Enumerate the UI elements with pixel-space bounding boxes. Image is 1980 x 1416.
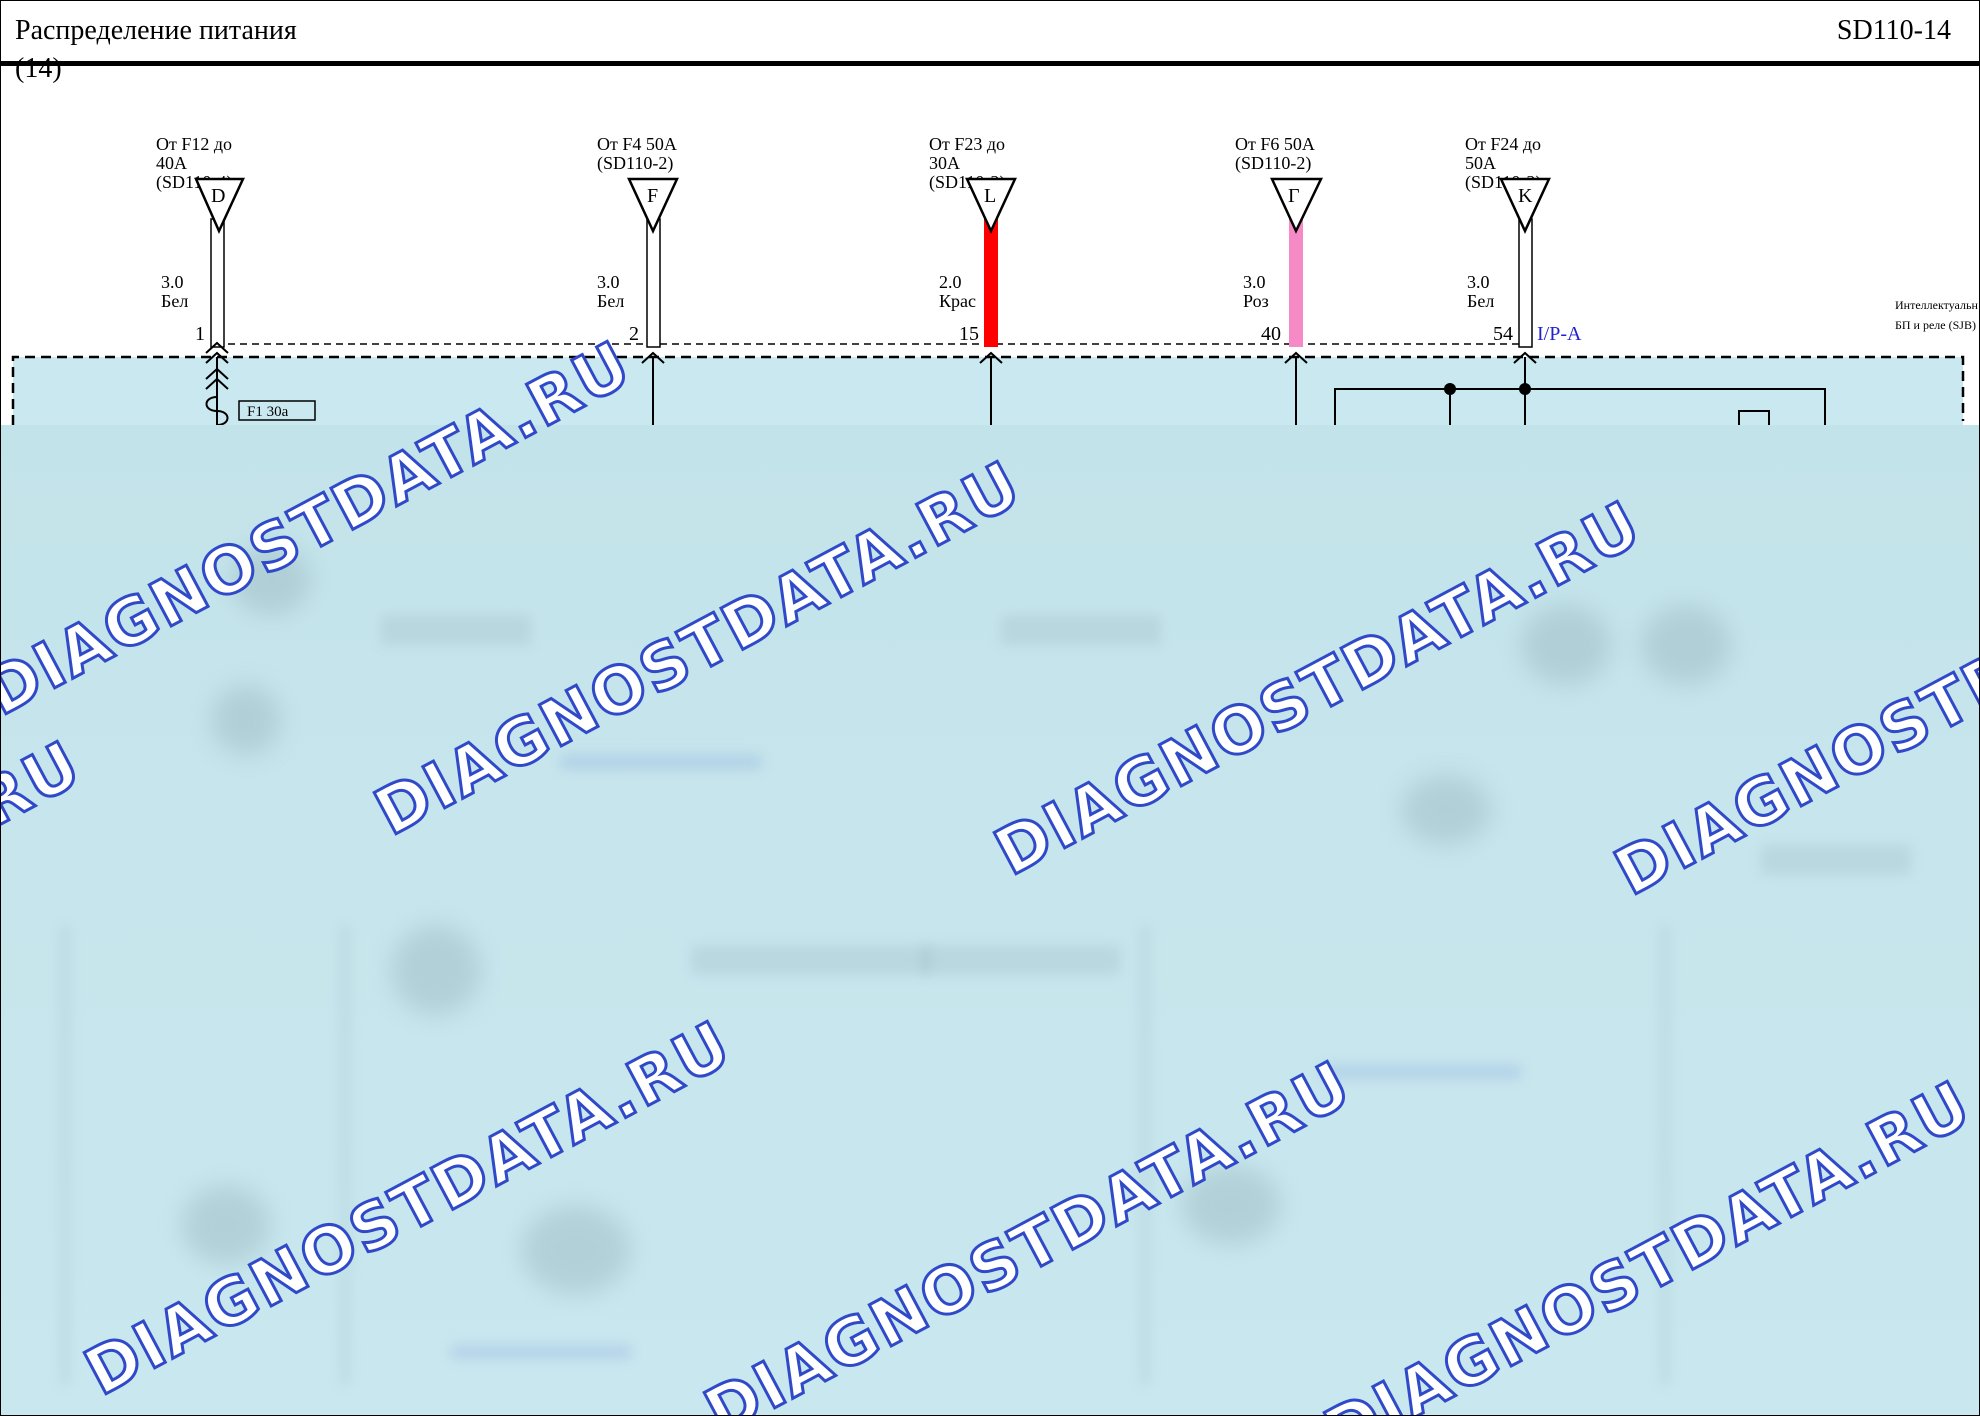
relay-outline (1738, 410, 1770, 425)
pin-number: 15 (959, 323, 979, 345)
wire-spec: 3.0 Бел (597, 272, 625, 311)
pin-number: 2 (629, 323, 639, 345)
wire-white (646, 218, 661, 348)
connector-letter: L (984, 185, 997, 207)
junction-dot (1444, 383, 1456, 395)
junction-dot (1519, 383, 1531, 395)
wire-spec: 3.0 Бел (1467, 272, 1495, 311)
connector-letter: D (211, 185, 226, 207)
wire-white (210, 218, 225, 348)
connector-letter: K (1518, 185, 1533, 207)
connector-letter: Г (1288, 185, 1300, 207)
internal-circuit (1334, 388, 1826, 425)
connector-id: I/P-A (1537, 323, 1582, 345)
wire-pink (1289, 219, 1303, 347)
wire-spec: 2.0 Крас (939, 272, 976, 311)
wire-spec: 3.0 Бел (161, 272, 189, 311)
module-name: Интеллектуальн БП и реле (SJB) (1895, 298, 1978, 332)
pin-number: 1 (195, 323, 205, 345)
diagram-frame: Распределение питания SD110-14 (14) От F… (0, 0, 1980, 1416)
wire-white (1518, 218, 1533, 348)
fuse-label: F1 30a (247, 404, 289, 420)
wire-spec: 3.0 Роз (1243, 272, 1269, 311)
pin-number: 40 (1261, 323, 1281, 345)
connector-letter: F (647, 185, 659, 207)
wire-red (984, 219, 998, 347)
pin-number: 54 (1493, 323, 1513, 345)
